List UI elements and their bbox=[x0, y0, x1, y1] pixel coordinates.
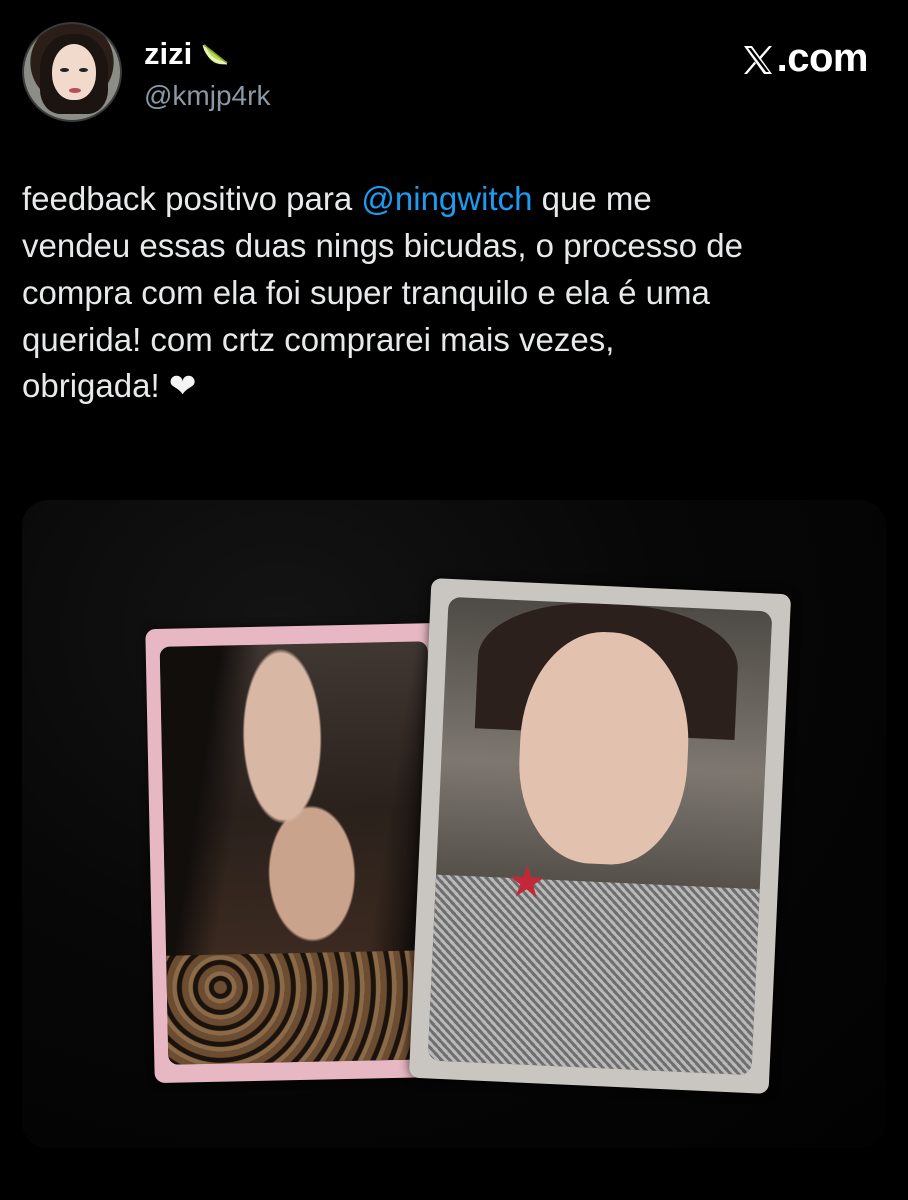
lime-icon bbox=[200, 39, 230, 69]
heart-icon: ❤ bbox=[168, 367, 197, 405]
x-logo-icon bbox=[741, 42, 775, 76]
tweet-text-start: feedback positivo para bbox=[22, 180, 362, 217]
author-name-row[interactable]: zizi bbox=[144, 36, 230, 72]
tweet-text: feedback positivo para @ningwitch que me… bbox=[22, 176, 882, 410]
author-handle[interactable]: @kmjp4rk bbox=[144, 80, 270, 112]
site-label[interactable]: .com bbox=[741, 36, 869, 81]
photocard-left bbox=[145, 622, 451, 1084]
tweet-header: zizi @kmjp4rk .com bbox=[22, 22, 869, 122]
photocard-right: ★ bbox=[408, 578, 792, 1094]
mention-link[interactable]: @ningwitch bbox=[361, 180, 532, 217]
tweet-photo[interactable]: ★ bbox=[22, 500, 886, 1148]
avatar[interactable] bbox=[22, 22, 122, 122]
star-pendant-icon: ★ bbox=[506, 856, 548, 908]
site-domain: .com bbox=[776, 36, 869, 80]
author-name[interactable]: zizi bbox=[144, 36, 192, 72]
